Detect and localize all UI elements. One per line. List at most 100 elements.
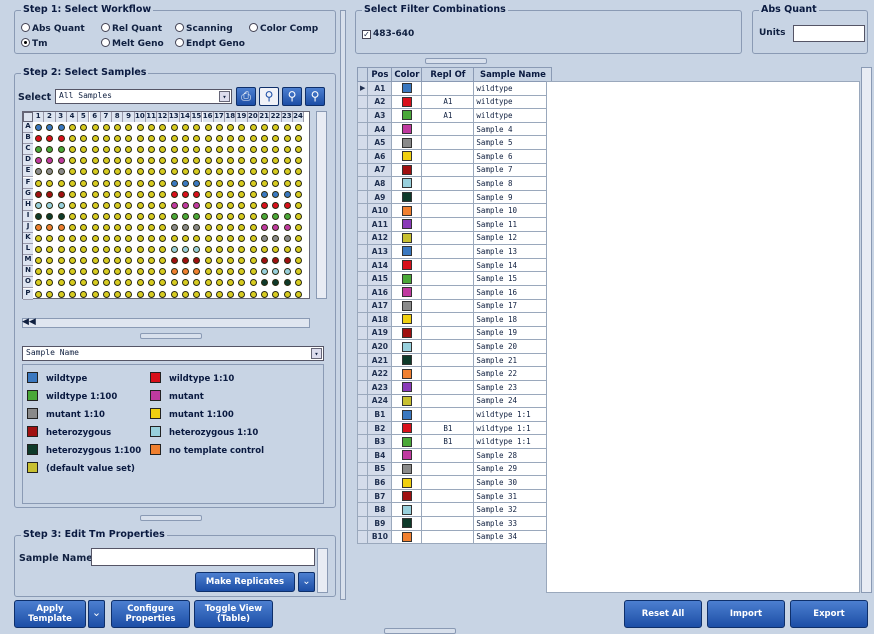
plate-well[interactable] bbox=[35, 135, 42, 143]
legend-swatch[interactable] bbox=[27, 426, 38, 437]
cell-pos[interactable]: A19 bbox=[367, 325, 393, 341]
plate-well[interactable] bbox=[102, 135, 110, 143]
plate-well[interactable] bbox=[114, 190, 122, 198]
plate-well[interactable] bbox=[215, 179, 223, 187]
cell-repl-of[interactable]: A1 bbox=[421, 94, 475, 110]
plate-well[interactable] bbox=[148, 135, 155, 143]
plate-well[interactable] bbox=[215, 212, 223, 220]
cell-sample-name[interactable]: Sample 10 bbox=[473, 203, 553, 218]
plate-well[interactable] bbox=[181, 124, 189, 131]
table-row[interactable]: A9 Sample 9 bbox=[356, 189, 553, 205]
plate-well[interactable] bbox=[170, 157, 178, 165]
plate-well[interactable] bbox=[204, 268, 212, 276]
plate-well[interactable] bbox=[294, 201, 302, 209]
row-indicator[interactable] bbox=[356, 257, 369, 273]
plate-well[interactable] bbox=[181, 268, 189, 276]
plate-well[interactable] bbox=[261, 157, 268, 165]
plate-well[interactable] bbox=[249, 235, 257, 242]
first-page-icon[interactable]: ◀◀ bbox=[22, 317, 36, 327]
cell-pos[interactable]: A20 bbox=[367, 339, 393, 354]
plate-row-header[interactable]: E bbox=[23, 166, 33, 178]
export-button[interactable]: Export bbox=[790, 600, 868, 628]
plate-well[interactable] bbox=[46, 212, 54, 220]
plate-well[interactable] bbox=[294, 190, 302, 198]
plate-grid[interactable]: 1 2 3 4 5 6 7 8 9 10 11 12 13 14 15 16 17 18 19 20 21 22 23 24 A… bbox=[22, 111, 310, 300]
plate-well[interactable] bbox=[193, 212, 201, 220]
plate-row-header[interactable]: L bbox=[23, 244, 33, 256]
plate-col-header[interactable]: 22 bbox=[270, 112, 282, 122]
table-row[interactable]: A23 Sample 23 bbox=[356, 380, 553, 395]
legend-item[interactable]: (default value set) bbox=[27, 462, 135, 474]
table-row[interactable]: B10 Sample 34 bbox=[356, 529, 553, 545]
plate-well[interactable] bbox=[238, 290, 246, 298]
plate-well[interactable] bbox=[102, 146, 110, 154]
row-indicator[interactable] bbox=[356, 176, 369, 191]
plate-well[interactable] bbox=[91, 290, 99, 298]
plate-well[interactable] bbox=[148, 168, 155, 176]
plate-well[interactable] bbox=[215, 290, 223, 298]
cell-sample-name[interactable]: Sample 20 bbox=[473, 339, 553, 354]
plate-well[interactable] bbox=[136, 235, 144, 242]
row-indicator[interactable] bbox=[356, 502, 369, 517]
plate-well[interactable] bbox=[181, 190, 189, 198]
plate-well[interactable] bbox=[261, 179, 268, 187]
plate-well[interactable] bbox=[102, 268, 110, 276]
plate-well[interactable] bbox=[181, 146, 189, 154]
plate-col-header[interactable]: 16 bbox=[202, 112, 214, 122]
plate-well[interactable] bbox=[193, 135, 201, 143]
plate-well[interactable] bbox=[102, 235, 110, 242]
plate-well[interactable] bbox=[91, 235, 99, 242]
plate-well[interactable] bbox=[193, 201, 201, 209]
row-indicator[interactable] bbox=[356, 529, 369, 545]
plate-well[interactable] bbox=[136, 268, 144, 276]
cell-pos[interactable]: B5 bbox=[367, 461, 393, 477]
plate-well[interactable] bbox=[227, 201, 235, 209]
cell-sample-name[interactable]: Sample 6 bbox=[473, 148, 553, 164]
plate-well[interactable] bbox=[261, 201, 268, 209]
plate-well[interactable] bbox=[159, 124, 167, 131]
plate-well[interactable] bbox=[181, 257, 189, 265]
plate-well[interactable] bbox=[215, 168, 223, 176]
cell-repl-of[interactable] bbox=[421, 352, 475, 368]
cell-sample-name[interactable]: wildtype 1:1 bbox=[473, 420, 553, 436]
plate-col-header[interactable]: 21 bbox=[259, 112, 271, 122]
plate-well[interactable] bbox=[68, 246, 76, 254]
cell-pos[interactable]: B2 bbox=[367, 420, 393, 436]
plate-well[interactable] bbox=[272, 212, 280, 220]
plate-well[interactable] bbox=[238, 124, 246, 131]
cell-color[interactable] bbox=[391, 461, 423, 477]
row-indicator[interactable] bbox=[356, 148, 369, 164]
plate-well[interactable] bbox=[80, 212, 88, 220]
plate-well[interactable] bbox=[148, 124, 155, 131]
plate-well[interactable] bbox=[125, 212, 133, 220]
plate-well[interactable] bbox=[249, 168, 257, 176]
plate-well[interactable] bbox=[46, 268, 54, 276]
plate-row-header[interactable]: P bbox=[23, 288, 33, 300]
table-row[interactable]: B2 B1 wildtype 1:1 bbox=[356, 420, 553, 436]
table-row[interactable]: A21 Sample 21 bbox=[356, 352, 553, 368]
cell-sample-name[interactable]: Sample 14 bbox=[473, 257, 553, 273]
cell-pos[interactable]: A5 bbox=[367, 135, 393, 150]
cell-sample-name[interactable]: Sample 33 bbox=[473, 516, 553, 531]
plate-well[interactable] bbox=[170, 124, 178, 131]
plate-well[interactable] bbox=[35, 290, 42, 298]
cell-repl-of[interactable]: B1 bbox=[421, 434, 475, 450]
cell-sample-name[interactable]: Sample 19 bbox=[473, 325, 553, 341]
plate-well[interactable] bbox=[125, 146, 133, 154]
plate-well[interactable] bbox=[148, 290, 155, 298]
plate-row-header[interactable]: K bbox=[23, 233, 33, 245]
plate-well[interactable] bbox=[227, 235, 235, 242]
plate-well[interactable] bbox=[204, 257, 212, 265]
plate-well[interactable] bbox=[57, 201, 65, 209]
legend-item[interactable]: no template control bbox=[150, 444, 264, 456]
plate-vertical-scrollbar[interactable] bbox=[316, 111, 327, 299]
plate-well[interactable] bbox=[261, 223, 268, 231]
cell-pos[interactable]: A15 bbox=[367, 271, 393, 286]
cell-pos[interactable]: A22 bbox=[367, 366, 393, 382]
plate-well[interactable] bbox=[136, 290, 144, 298]
plate-well[interactable] bbox=[80, 168, 88, 176]
plate-row-header[interactable]: N bbox=[23, 266, 33, 278]
plate-well[interactable] bbox=[57, 212, 65, 220]
radio-color-comp[interactable]: Color Comp bbox=[249, 23, 318, 34]
plate-well[interactable] bbox=[170, 179, 178, 187]
